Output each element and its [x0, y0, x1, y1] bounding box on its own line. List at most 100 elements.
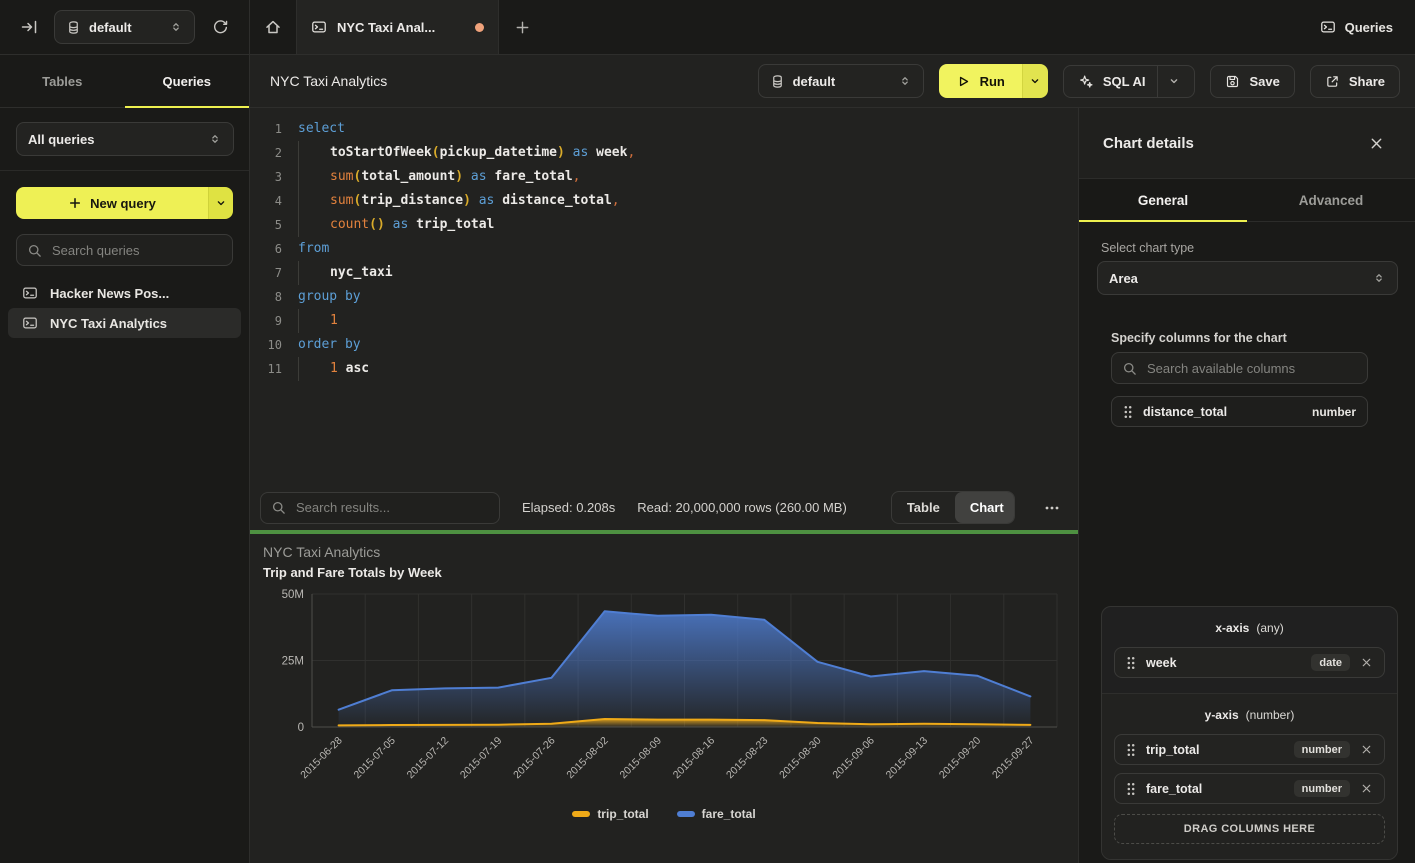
legend-item[interactable]: fare_total [677, 807, 756, 821]
code-text: select [298, 117, 345, 141]
code-line[interactable]: 111 asc [250, 357, 1078, 381]
available-column-chip[interactable]: distance_totalnumber [1111, 396, 1368, 427]
code-line[interactable]: 5count() as trip_total [250, 213, 1078, 237]
toolbar-actions: default Run SQL AI [758, 64, 1400, 98]
available-columns-list: distance_totalnumber [1111, 396, 1368, 427]
chart-details-panel: Chart details General Advanced Select ch… [1078, 108, 1415, 863]
x-axis-section: x-axis (any) weekdate [1102, 607, 1397, 693]
code-line[interactable]: 7nyc_taxi [250, 261, 1078, 285]
save-button[interactable]: Save [1210, 65, 1294, 98]
drag-handle-icon [1126, 656, 1136, 670]
results-more-button[interactable] [1037, 493, 1066, 523]
sql-ai-label: SQL AI [1103, 74, 1146, 89]
saved-queries-list: Hacker News Pos... NYC Taxi Analytics [8, 278, 241, 338]
results-search-input[interactable] [294, 499, 489, 516]
legend-label: trip_total [597, 807, 648, 821]
collapse-sidebar-button[interactable] [14, 12, 44, 42]
sql-ai-button[interactable]: SQL AI [1063, 65, 1196, 98]
code-line[interactable]: 91 [250, 309, 1078, 333]
sidebar-search[interactable] [16, 234, 233, 266]
run-button-label: Run [980, 74, 1005, 89]
sidebar-body: All queries New query Hacker News Pos...… [0, 108, 249, 338]
top-bar-left: default [0, 0, 250, 54]
new-query-main[interactable]: New query [16, 187, 208, 219]
code-line[interactable]: 1 select [250, 117, 1078, 141]
code-line[interactable]: 2toStartOfWeek(pickup_datetime) as week, [250, 141, 1078, 165]
query-tab-nyc-taxi[interactable]: NYC Taxi Anal... [296, 0, 499, 54]
columns-search[interactable] [1111, 352, 1368, 384]
queries-link[interactable]: Queries [1298, 0, 1415, 54]
new-tab-button[interactable] [499, 0, 545, 54]
tab-general[interactable]: General [1079, 179, 1247, 221]
chevron-down-icon [1168, 75, 1180, 87]
share-button[interactable]: Share [1310, 65, 1400, 98]
saved-query-label: Hacker News Pos... [50, 286, 169, 301]
column-name: distance_total [1143, 405, 1302, 419]
home-icon [264, 18, 282, 36]
remove-column-button[interactable] [1360, 743, 1373, 756]
sidebar-search-input[interactable] [50, 242, 222, 259]
saved-query-item[interactable]: Hacker News Pos... [8, 278, 241, 308]
queries-filter-select[interactable]: All queries [16, 122, 234, 156]
tab-queries[interactable]: Queries [125, 55, 250, 107]
remove-column-icon [1360, 743, 1373, 756]
code-line[interactable]: 6from [250, 237, 1078, 261]
query-title: NYC Taxi Analytics [270, 73, 387, 89]
line-number: 6 [250, 237, 282, 261]
line-number: 8 [250, 285, 282, 309]
chart-details-header: Chart details [1079, 108, 1415, 178]
sql-editor[interactable]: 1 select2toStartOfWeek(pickup_datetime) a… [250, 108, 1078, 485]
code-line[interactable]: 8group by [250, 285, 1078, 309]
run-button-caret[interactable] [1022, 64, 1048, 98]
plus-icon [514, 19, 531, 36]
axis-column-chip[interactable]: trip_totalnumber [1114, 734, 1385, 765]
center-column: 1 select2toStartOfWeek(pickup_datetime) a… [250, 108, 1078, 863]
tab-tables[interactable]: Tables [0, 55, 125, 107]
drop-zone[interactable]: DRAG COLUMNS HERE [1114, 814, 1385, 844]
chart-type-label: Select chart type [1101, 241, 1194, 255]
code-line[interactable]: 4sum(trip_distance) as distance_total, [250, 189, 1078, 213]
saved-query-label: NYC Taxi Analytics [50, 316, 167, 331]
line-number: 7 [250, 261, 282, 285]
remove-column-button[interactable] [1360, 782, 1373, 795]
read-stat: Read: 20,000,000 rows (260.00 MB) [637, 500, 847, 515]
svg-text:2015-09-06: 2015-09-06 [830, 735, 877, 782]
results-search[interactable] [260, 492, 500, 524]
column-name: fare_total [1146, 782, 1284, 796]
chevron-down-icon [215, 197, 227, 209]
close-panel-button[interactable] [1361, 128, 1391, 158]
view-toggle-table[interactable]: Table [892, 492, 955, 523]
view-toggle-chart[interactable]: Chart [955, 492, 1015, 523]
run-database-selector[interactable]: default [758, 64, 924, 98]
share-button-label: Share [1349, 74, 1385, 89]
y-axis-hint: (number) [1246, 708, 1295, 722]
saved-query-item[interactable]: NYC Taxi Analytics [8, 308, 241, 338]
sidebar-divider [0, 170, 249, 171]
axis-column-chip[interactable]: fare_total number [1114, 773, 1385, 804]
x-axis-header: x-axis (any) [1114, 621, 1385, 635]
indent-guide [298, 261, 330, 285]
axis-column-chip[interactable]: weekdate [1114, 647, 1385, 678]
legend-item[interactable]: trip_total [572, 807, 648, 821]
chart-panel: NYC Taxi Analytics Trip and Fare Totals … [250, 534, 1078, 863]
code-line[interactable]: 10order by [250, 333, 1078, 357]
new-query-caret[interactable] [208, 187, 233, 219]
refresh-button[interactable] [205, 12, 235, 42]
run-button-main[interactable]: Run [939, 64, 1022, 98]
column-name: week [1146, 656, 1301, 670]
chart-type-select[interactable]: Area [1097, 261, 1398, 295]
code-line[interactable]: 3sum(total_amount) as fare_total, [250, 165, 1078, 189]
run-button[interactable]: Run [939, 64, 1048, 98]
new-query-button[interactable]: New query [16, 187, 233, 219]
columns-search-input[interactable] [1145, 360, 1357, 377]
column-type-badge: number [1294, 780, 1350, 797]
database-icon [66, 20, 81, 35]
tab-advanced[interactable]: Advanced [1247, 179, 1415, 221]
indent-guide [298, 309, 330, 333]
database-selector[interactable]: default [54, 10, 195, 44]
line-number: 1 [250, 117, 282, 141]
indent-guide [298, 141, 330, 165]
home-tab-button[interactable] [250, 0, 296, 54]
sql-ai-caret[interactable] [1157, 66, 1180, 97]
remove-column-button[interactable] [1360, 656, 1373, 669]
